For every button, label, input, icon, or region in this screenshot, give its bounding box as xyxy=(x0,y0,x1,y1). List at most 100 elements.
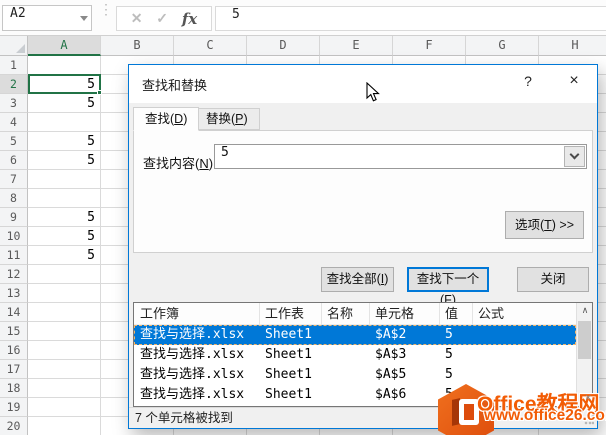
column-header-E[interactable]: E xyxy=(320,36,393,56)
row-header-14[interactable]: 14 xyxy=(0,303,28,322)
row-header-1[interactable]: 1 xyxy=(0,56,28,75)
cancel-entry-icon[interactable]: ✕ xyxy=(131,10,143,27)
fill-handle[interactable] xyxy=(97,90,102,95)
name-box[interactable]: A2 xyxy=(2,5,92,31)
scrollbar-thumb[interactable] xyxy=(578,321,591,359)
row-header-10[interactable]: 10 xyxy=(0,227,28,246)
result-cell-cell: $A$2 xyxy=(375,325,406,345)
column-header-A[interactable]: A xyxy=(28,36,101,56)
row-header-8[interactable]: 8 xyxy=(0,189,28,208)
find-replace-dialog: 查找和替换 ? × 查找(D) 替换(P) 查找内容(N): 5 选项(T) >… xyxy=(128,64,598,429)
results-col-header: 工作表 xyxy=(265,303,304,325)
result-cell-workbook: 查找与选择.xlsx xyxy=(140,325,244,345)
find-what-value: 5 xyxy=(221,145,229,160)
column-header-B[interactable]: B xyxy=(101,36,174,56)
tab-find[interactable]: 查找(D) xyxy=(133,107,199,131)
cell-A6[interactable]: 5 xyxy=(28,151,98,170)
result-row[interactable]: 查找与选择.xlsx Sheet1 $A$6 5 xyxy=(134,385,576,405)
row-header-19[interactable]: 19 xyxy=(0,398,28,417)
column-header-F[interactable]: F xyxy=(393,36,466,56)
row-header-20[interactable]: 20 xyxy=(0,417,28,435)
row-header-15[interactable]: 15 xyxy=(0,322,28,341)
formula-input[interactable]: 5 xyxy=(215,6,606,31)
name-box-dropdown-icon[interactable] xyxy=(80,16,88,21)
cell-A3[interactable]: 5 xyxy=(28,94,98,113)
find-what-combobox[interactable]: 5 xyxy=(214,144,587,169)
scroll-up-icon[interactable]: ∧ xyxy=(577,303,593,319)
find-next-button[interactable]: 查找下一个(F) xyxy=(407,267,489,292)
result-cell-worksheet: Sheet1 xyxy=(265,325,312,345)
close-button[interactable]: 关闭 xyxy=(517,267,589,292)
row-header-13[interactable]: 13 xyxy=(0,284,28,303)
cell-A9[interactable]: 5 xyxy=(28,208,98,227)
row-header-12[interactable]: 12 xyxy=(0,265,28,284)
resize-grip[interactable] xyxy=(584,415,594,425)
result-cell-worksheet: Sheet1 xyxy=(265,345,312,365)
cell-A11[interactable]: 5 xyxy=(28,246,98,265)
result-cell-workbook: 查找与选择.xlsx xyxy=(140,385,244,405)
tab-replace[interactable]: 替换(P) xyxy=(194,108,260,130)
results-col-header: 工作簿 xyxy=(140,303,179,325)
results-col-header: 名称 xyxy=(327,303,353,325)
column-header-D[interactable]: D xyxy=(247,36,320,56)
column-separator xyxy=(369,303,370,325)
results-scrollbar[interactable]: ∧ xyxy=(576,303,592,406)
row-header-17[interactable]: 17 xyxy=(0,360,28,379)
row-header-5[interactable]: 5 xyxy=(0,132,28,151)
column-header-G[interactable]: G xyxy=(466,36,539,56)
result-row[interactable]: 查找与选择.xlsxSheet1$A$55 xyxy=(134,365,576,385)
row-header-2[interactable]: 2 xyxy=(0,75,28,94)
result-cell-cell: $A$6 xyxy=(375,385,406,405)
corner-triangle-icon xyxy=(16,44,25,53)
active-cell-border xyxy=(28,74,101,94)
result-cell-value: 5 xyxy=(445,365,453,385)
row-header-16[interactable]: 16 xyxy=(0,341,28,360)
help-button[interactable]: ? xyxy=(515,69,541,93)
mouse-cursor-icon xyxy=(366,82,380,103)
result-cell-value: 5 xyxy=(445,385,453,405)
cell-A5[interactable]: 5 xyxy=(28,132,98,151)
excel-window: A2 ⋮ ✕ ✓ fx 5 ABCDEFGH 12345678910111213… xyxy=(0,0,606,435)
find-all-button[interactable]: 查找全部(I) xyxy=(321,267,394,292)
name-box-value: A2 xyxy=(10,6,26,21)
dialog-close-button[interactable]: × xyxy=(561,69,587,93)
select-all-corner[interactable] xyxy=(0,36,28,56)
results-header-row: 工作簿工作表名称单元格值公式 xyxy=(134,303,576,325)
dialog-title: 查找和替换 xyxy=(142,75,207,94)
options-button[interactable]: 选项(T) >> xyxy=(505,211,584,239)
status-text: 7 个单元格被找到 xyxy=(135,408,233,428)
results-list: 工作簿工作表名称单元格值公式 查找与选择.xlsxSheet1$A$25查找与选… xyxy=(133,302,593,407)
row-header-4[interactable]: 4 xyxy=(0,113,28,132)
result-cell-worksheet: Sheet1 xyxy=(265,365,312,385)
insert-function-icon[interactable]: fx xyxy=(182,10,197,28)
dialog-statusbar: 7 个单元格被找到 xyxy=(129,407,597,428)
confirm-entry-icon[interactable]: ✓ xyxy=(156,10,168,27)
find-tab-page: 查找内容(N): 5 选项(T) >> xyxy=(133,130,593,253)
combobox-dropdown-button[interactable] xyxy=(564,146,585,167)
row-header-18[interactable]: 18 xyxy=(0,379,28,398)
column-header-C[interactable]: C xyxy=(174,36,247,56)
result-cell-workbook: 查找与选择.xlsx xyxy=(140,345,244,365)
column-separator xyxy=(321,303,322,325)
column-header-H[interactable]: H xyxy=(539,36,606,56)
row-header-3[interactable]: 3 xyxy=(0,94,28,113)
result-cell-value: 5 xyxy=(445,325,453,345)
result-cell-cell: $A$3 xyxy=(375,345,406,365)
formula-buttons: ✕ ✓ fx xyxy=(116,6,212,31)
watermark-close-icon[interactable]: × xyxy=(585,392,591,404)
find-what-label: 查找内容(N): xyxy=(143,153,217,172)
result-cell-cell: $A$5 xyxy=(375,365,406,385)
result-row[interactable]: 查找与选择.xlsx Sheet1 $A$2 5 xyxy=(134,325,576,345)
row-header-6[interactable]: 6 xyxy=(0,151,28,170)
separator-dots-icon: ⋮ xyxy=(99,5,113,13)
result-row[interactable]: 查找与选择.xlsxSheet1$A$35 xyxy=(134,345,576,365)
row-header-11[interactable]: 11 xyxy=(0,246,28,265)
row-header-9[interactable]: 9 xyxy=(0,208,28,227)
result-cell-worksheet: Sheet1 xyxy=(265,385,312,405)
dialog-titlebar[interactable]: 查找和替换 ? × xyxy=(129,65,597,103)
results-col-header: 公式 xyxy=(478,303,504,325)
cell-A10[interactable]: 5 xyxy=(28,227,98,246)
formula-bar-strip: A2 ⋮ ✕ ✓ fx 5 xyxy=(0,0,606,36)
results-col-header: 值 xyxy=(445,303,458,325)
row-header-7[interactable]: 7 xyxy=(0,170,28,189)
